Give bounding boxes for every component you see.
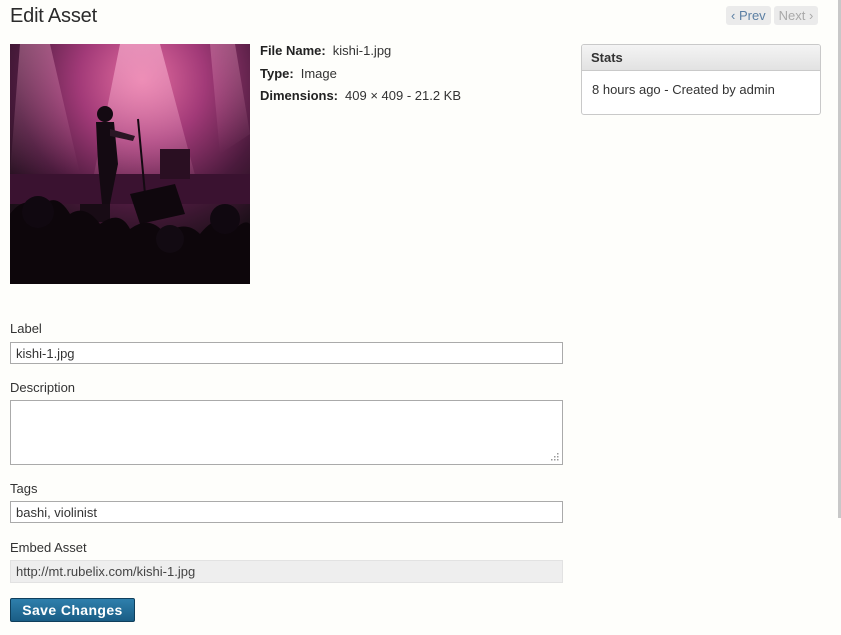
asset-metadata: File Name: kishi-1.jpg Type: Image Dimensi…: [260, 42, 461, 110]
meta-value: kishi-1.jpg: [332, 43, 392, 58]
pager: ‹ Prev Next ›: [726, 6, 819, 25]
meta-key: Type:: [260, 65, 294, 81]
meta-value: 409 × 409 - 21.2 KB: [345, 88, 462, 103]
label-field-label: Label: [10, 321, 42, 336]
meta-file-name: File Name: kishi-1.jpg: [260, 42, 461, 65]
embed-url[interactable]: http://mt.rubelix.com/kishi-1.jpg: [10, 560, 563, 583]
resize-grip-icon[interactable]: [549, 451, 559, 461]
prev-button[interactable]: ‹ Prev: [726, 6, 771, 25]
label-input[interactable]: [10, 342, 563, 364]
page-title: Edit Asset: [10, 5, 97, 27]
meta-value: Image: [300, 65, 337, 81]
stats-title: Stats: [582, 45, 820, 71]
meta-key: File Name:: [260, 43, 326, 58]
stats-text: 8 hours ago - Created by admin: [592, 82, 775, 97]
description-textarea[interactable]: [10, 400, 563, 465]
meta-type: Type: Image: [260, 65, 461, 88]
stats-panel: Stats 8 hours ago - Created by admin: [581, 44, 821, 115]
next-button[interactable]: Next ›: [773, 6, 819, 25]
save-changes-button[interactable]: Save Changes: [10, 598, 135, 622]
asset-thumbnail: [10, 44, 250, 284]
meta-dimensions: Dimensions: 409 × 409 - 21.2 KB: [260, 87, 461, 110]
description-field-label: Description: [10, 380, 76, 395]
tags-input[interactable]: [10, 501, 563, 523]
meta-key: Dimensions:: [260, 88, 339, 103]
tags-field-label: Tags: [10, 481, 38, 496]
embed-field-label: Embed Asset: [10, 540, 87, 555]
